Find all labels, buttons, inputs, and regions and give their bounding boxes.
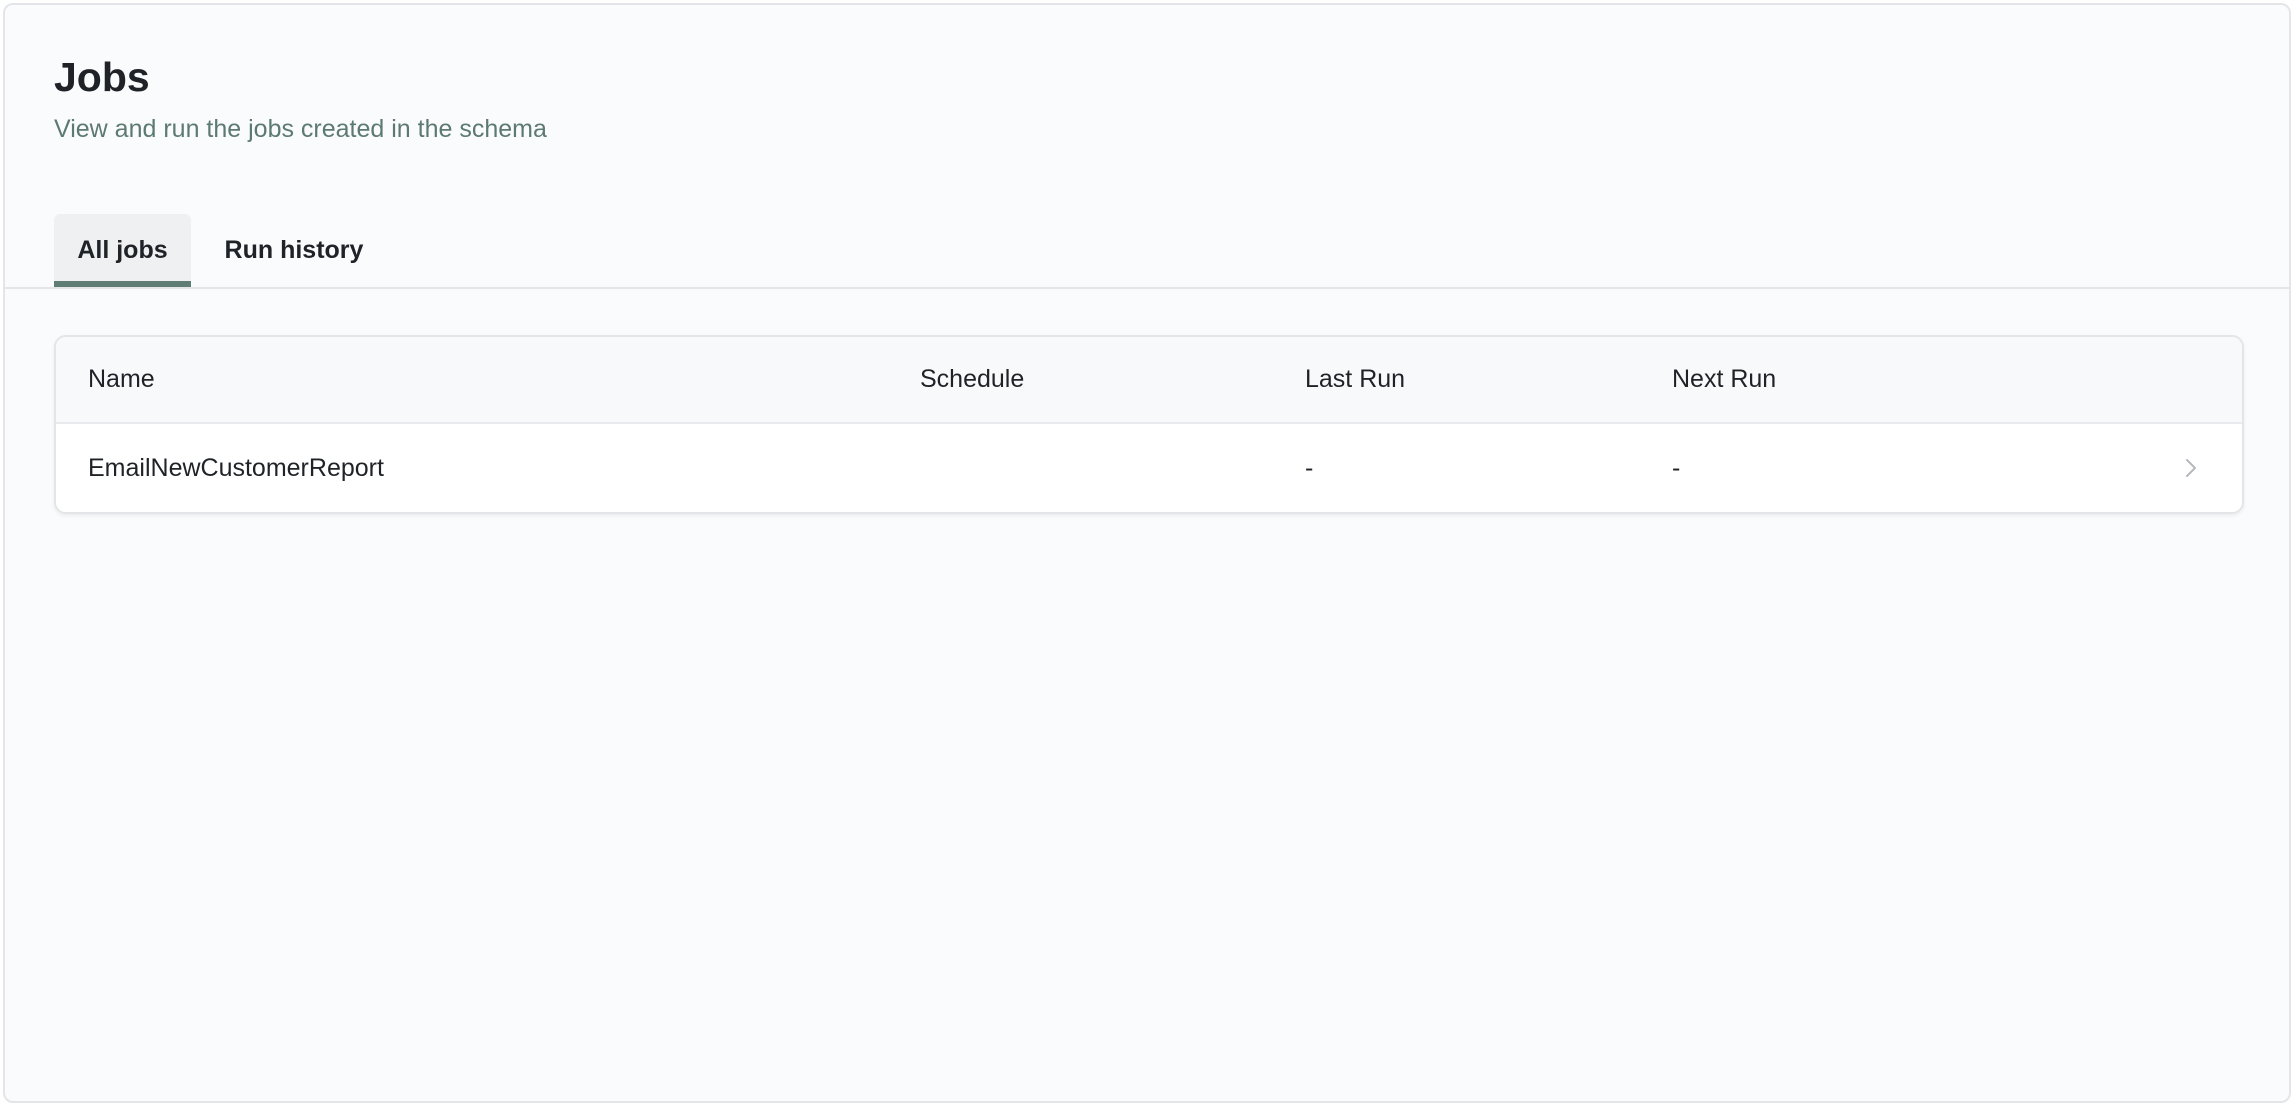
page-subtitle: View and run the jobs created in the sch… (54, 115, 547, 144)
jobs-panel: Jobs View and run the jobs created in th… (3, 3, 2291, 1103)
tab-all-jobs-label: All jobs (77, 236, 168, 264)
tab-run-history-label: Run history (224, 236, 364, 264)
tab-bar: All jobs Run history (5, 214, 2289, 289)
jobs-table: Name Schedule Last Run Next Run EmailNew… (54, 335, 2244, 514)
chevron-right-icon[interactable] (2180, 457, 2202, 479)
column-header-schedule: Schedule (920, 365, 1025, 393)
job-next-run-cell: - (1672, 453, 1681, 482)
table-row[interactable]: EmailNewCustomerReport - - (56, 424, 2242, 512)
tab-run-history[interactable]: Run history (209, 214, 379, 287)
column-header-last-run: Last Run (1305, 365, 1406, 393)
tab-all-jobs[interactable]: All jobs (54, 214, 191, 287)
job-last-run-cell: - (1305, 453, 1314, 482)
job-name-cell: EmailNewCustomerReport (88, 453, 384, 482)
column-header-name: Name (88, 365, 155, 393)
page-title: Jobs (54, 54, 150, 100)
column-header-next-run: Next Run (1672, 365, 1777, 393)
table-header-row: Name Schedule Last Run Next Run (56, 337, 2242, 424)
page-header: Jobs View and run the jobs created in th… (54, 53, 547, 144)
